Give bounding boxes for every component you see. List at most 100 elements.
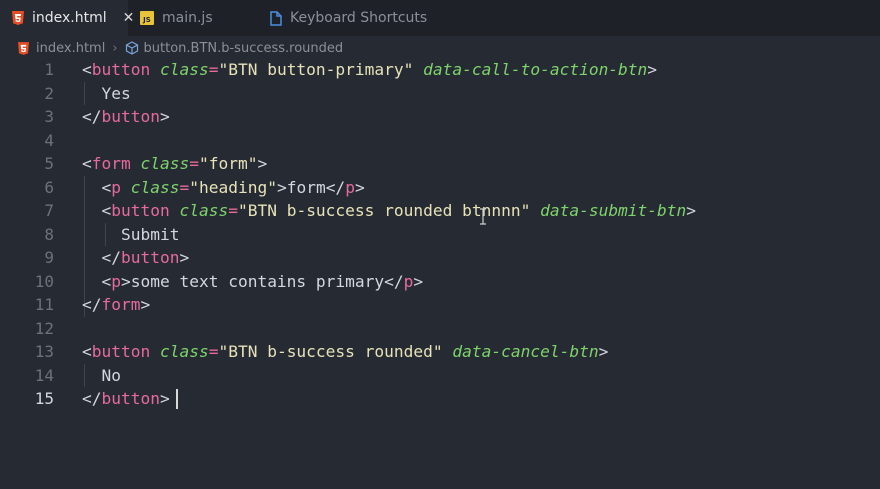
code-token: > bbox=[140, 295, 151, 314]
js-file-icon: JS bbox=[140, 11, 154, 25]
code-line[interactable]: 5 <form class="form"> bbox=[0, 152, 880, 176]
code-token: class bbox=[140, 154, 190, 173]
code-token: < bbox=[82, 154, 92, 173]
line-number: 3 bbox=[44, 107, 54, 126]
code-line[interactable]: 13 <button class="BTN b-success rounded" … bbox=[0, 340, 880, 364]
code-token: data-call-to-action-btn bbox=[423, 60, 648, 79]
code-token: p bbox=[403, 271, 414, 291]
code-token: form bbox=[91, 154, 131, 173]
code-token: No bbox=[82, 365, 121, 385]
code-token: > bbox=[413, 271, 424, 291]
chevron-right-icon: › bbox=[112, 40, 118, 56]
line-number: 9 bbox=[44, 248, 54, 267]
code-token: = bbox=[228, 201, 238, 220]
tab-index-html[interactable]: index.html ✕ bbox=[0, 0, 134, 36]
code-text: <button class="BTN b-success rounded btn… bbox=[82, 201, 697, 220]
code-token: </ bbox=[82, 295, 102, 314]
code-token: = bbox=[208, 342, 219, 361]
code-token: > bbox=[276, 177, 287, 197]
code-token: data-submit-btn bbox=[540, 201, 687, 220]
code-token: > bbox=[179, 248, 190, 267]
line-number: 11 bbox=[34, 295, 54, 314]
line-number: 6 bbox=[44, 177, 54, 197]
breadcrumb-symbol-label: button.BTN.b-success.rounded bbox=[143, 40, 344, 56]
code-token: button bbox=[91, 60, 151, 79]
code-token: "heading" bbox=[189, 177, 277, 197]
code-line[interactable]: 11 </form> bbox=[0, 293, 880, 317]
code-token: p bbox=[345, 177, 355, 197]
breadcrumb-symbol[interactable]: button.BTN.b-success.rounded bbox=[125, 40, 344, 56]
code-text: Yes bbox=[82, 83, 131, 103]
code-token: < bbox=[101, 271, 112, 291]
code-token: < bbox=[101, 201, 112, 220]
breadcrumb: index.html › button.BTN.b-success.rounde… bbox=[0, 36, 880, 60]
code-token: Submit bbox=[82, 224, 180, 244]
breadcrumb-file[interactable]: index.html bbox=[18, 41, 105, 56]
line-number: 5 bbox=[44, 154, 54, 173]
code-token: </ bbox=[325, 177, 346, 197]
code-line[interactable]: 8 Submit bbox=[0, 223, 880, 247]
line-number: 15 bbox=[34, 389, 54, 408]
code-token: = bbox=[208, 60, 219, 79]
code-token: > bbox=[686, 201, 697, 220]
cube-icon bbox=[125, 41, 139, 55]
code-text: <p>some text contains primary</p> bbox=[82, 271, 424, 291]
code-token: p bbox=[111, 177, 121, 197]
code-line[interactable]: 7 <button class="BTN b-success rounded b… bbox=[0, 199, 880, 223]
code-line[interactable]: 4 bbox=[0, 129, 880, 153]
code-token: < bbox=[82, 60, 92, 79]
code-token: </ bbox=[384, 271, 404, 291]
tab-main-js[interactable]: JS main.js bbox=[128, 0, 256, 36]
code-editor[interactable]: 1 <button class="BTN button-primary" data… bbox=[0, 58, 880, 489]
line-number: 1 bbox=[44, 60, 54, 79]
code-line[interactable]: 15 </button> bbox=[0, 387, 880, 411]
code-token: > bbox=[159, 389, 170, 408]
code-line[interactable]: 2 Yes bbox=[0, 82, 880, 106]
tab-keyboard-shortcuts[interactable]: Keyboard Shortcuts bbox=[256, 0, 440, 36]
code-line[interactable]: 14 No bbox=[0, 364, 880, 388]
code-text: Submit bbox=[82, 224, 180, 244]
code-token: button bbox=[121, 248, 180, 267]
mouse-ibeam-icon bbox=[480, 208, 486, 225]
code-token: = bbox=[179, 177, 190, 197]
code-token: "BTN button-primary" bbox=[218, 60, 414, 79]
code-line[interactable]: 1 <button class="BTN button-primary" data… bbox=[0, 58, 880, 82]
code-token: = bbox=[189, 154, 199, 173]
code-text: <button class="BTN b-success rounded" da… bbox=[82, 342, 608, 361]
svg-text:JS: JS bbox=[142, 16, 151, 24]
code-text: <button class="BTN button-primary" data-… bbox=[82, 60, 657, 79]
code-token: > bbox=[647, 60, 658, 79]
code-token: class bbox=[179, 201, 229, 220]
code-text: </button> bbox=[82, 248, 190, 267]
code-token: class bbox=[159, 60, 209, 79]
code-token: data-cancel-btn bbox=[452, 342, 599, 361]
code-token: > bbox=[159, 107, 170, 126]
code-token: > bbox=[257, 154, 268, 173]
code-line[interactable]: 10 <p>some text contains primary</p> bbox=[0, 270, 880, 294]
tab-label: main.js bbox=[162, 10, 213, 26]
code-token: Yes bbox=[82, 83, 131, 103]
code-line[interactable]: 3 </button> bbox=[0, 105, 880, 129]
code-token: class bbox=[130, 177, 180, 197]
code-text: </form> bbox=[82, 295, 150, 314]
code-token: "form" bbox=[198, 154, 258, 173]
code-line[interactable]: 12 bbox=[0, 317, 880, 341]
code-token: button bbox=[101, 389, 160, 408]
code-token: "BTN b-success rounded" bbox=[218, 342, 443, 361]
line-number: 10 bbox=[34, 271, 54, 291]
line-number: 13 bbox=[34, 342, 54, 361]
code-text: <p class="heading">form</p> bbox=[82, 178, 365, 197]
code-token: form bbox=[286, 177, 326, 197]
line-number: 2 bbox=[44, 83, 54, 103]
code-text: </button> bbox=[82, 389, 170, 408]
tab-bar: index.html ✕ JS main.js Keyboard Shortcu… bbox=[0, 0, 880, 36]
code-line[interactable]: 6 <p class="heading">form</p> bbox=[0, 176, 880, 200]
code-token: button bbox=[101, 107, 160, 126]
code-line[interactable]: 9 </button> bbox=[0, 246, 880, 270]
code-token: > bbox=[121, 271, 131, 291]
